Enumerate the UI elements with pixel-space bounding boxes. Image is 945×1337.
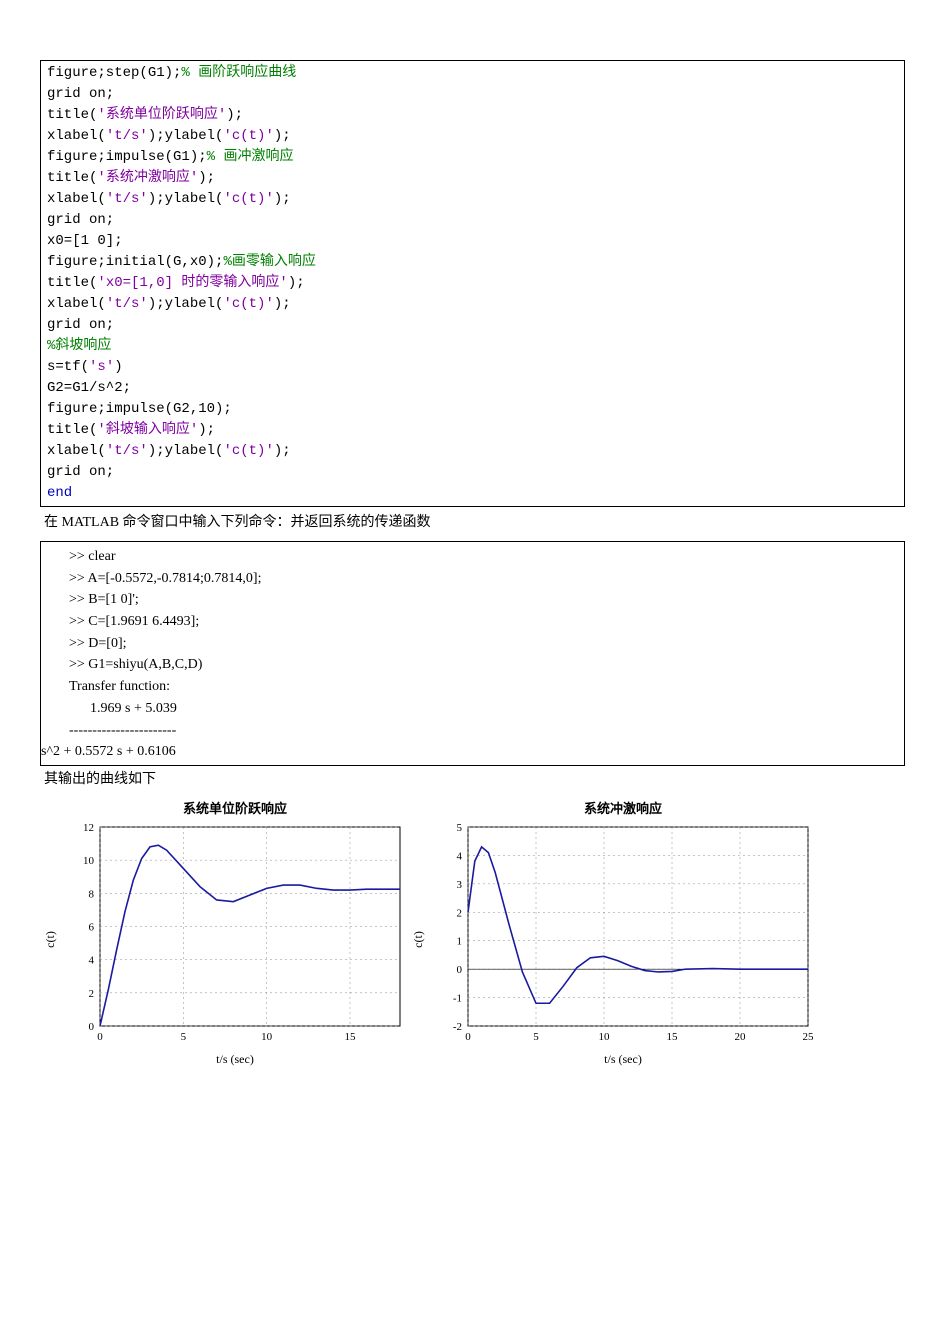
svg-text:-2: -2 bbox=[453, 1021, 462, 1033]
svg-text:4: 4 bbox=[457, 850, 463, 862]
cmd-line: >> B=[1 0]'; bbox=[69, 589, 896, 611]
y-axis-label: c(t) bbox=[43, 932, 58, 949]
chart-svg: 0 5 10 15 0 2 4 6 8 10 12 bbox=[60, 819, 410, 1054]
cmd-denominator: s^2 + 0.5572 s + 0.6106 bbox=[41, 741, 896, 763]
svg-text:2: 2 bbox=[457, 907, 463, 919]
code-block: figure;step(G1);% 画阶跃响应曲线grid on;title('… bbox=[40, 60, 905, 507]
svg-text:0: 0 bbox=[465, 1031, 471, 1043]
cmd-line: >> G1=shiyu(A,B,C,D) bbox=[69, 654, 896, 676]
code-line: title('x0=[1,0] 时的零输入响应'); bbox=[47, 273, 898, 294]
code-line: figure;impulse(G1);% 画冲激响应 bbox=[47, 147, 898, 168]
svg-text:25: 25 bbox=[803, 1031, 815, 1043]
svg-text:10: 10 bbox=[599, 1031, 611, 1043]
code-line: xlabel('t/s');ylabel('c(t)'); bbox=[47, 294, 898, 315]
code-line: xlabel('t/s');ylabel('c(t)'); bbox=[47, 189, 898, 210]
cmd-line: >> D=[0]; bbox=[69, 633, 896, 655]
code-line: title('系统单位阶跃响应'); bbox=[47, 105, 898, 126]
cmd-line: Transfer function: bbox=[69, 676, 896, 698]
code-line: figure;impulse(G2,10); bbox=[47, 399, 898, 420]
svg-text:0: 0 bbox=[457, 964, 463, 976]
svg-text:5: 5 bbox=[457, 822, 463, 834]
code-line: xlabel('t/s');ylabel('c(t)'); bbox=[47, 441, 898, 462]
svg-text:12: 12 bbox=[83, 822, 94, 834]
paragraph-output-intro: 其输出的曲线如下 bbox=[44, 768, 901, 788]
svg-text:6: 6 bbox=[89, 921, 95, 933]
svg-text:1: 1 bbox=[457, 936, 463, 948]
code-line: s=tf('s') bbox=[47, 357, 898, 378]
cmd-dashes: ----------------------- bbox=[69, 720, 896, 742]
code-line: figure;initial(G,x0);%画零输入响应 bbox=[47, 252, 898, 273]
code-line: x0=[1 0]; bbox=[47, 231, 898, 252]
charts-row: 系统单位阶跃响应 c(t) 051015024681012 t/s (sec) … bbox=[60, 798, 905, 1067]
svg-text:15: 15 bbox=[345, 1031, 357, 1043]
command-window-block: >> clear>> A=[-0.5572,-0.7814;0.7814,0];… bbox=[40, 541, 905, 766]
chart-impulse-response: 系统冲激响应 c(t) 0510152025-2-1012345 t/s (se… bbox=[428, 798, 818, 1067]
svg-text:4: 4 bbox=[89, 955, 95, 967]
x-axis-label: t/s (sec) bbox=[428, 1052, 818, 1067]
code-line: grid on; bbox=[47, 315, 898, 336]
svg-text:3: 3 bbox=[457, 879, 463, 891]
code-line: grid on; bbox=[47, 84, 898, 105]
svg-text:15: 15 bbox=[667, 1031, 679, 1043]
svg-text:-1: -1 bbox=[453, 992, 462, 1004]
code-line: title('斜坡输入响应'); bbox=[47, 420, 898, 441]
code-line: %斜坡响应 bbox=[47, 336, 898, 357]
code-line: xlabel('t/s');ylabel('c(t)'); bbox=[47, 126, 898, 147]
chart-title: 系统单位阶跃响应 bbox=[60, 798, 410, 817]
svg-text:5: 5 bbox=[533, 1031, 539, 1043]
chart-step-response: 系统单位阶跃响应 c(t) 051015024681012 t/s (sec) bbox=[60, 798, 410, 1067]
svg-text:0: 0 bbox=[97, 1031, 103, 1043]
svg-text:10: 10 bbox=[83, 855, 95, 867]
code-line: G2=G1/s^2; bbox=[47, 378, 898, 399]
svg-text:20: 20 bbox=[735, 1031, 747, 1043]
chart-title: 系统冲激响应 bbox=[428, 798, 818, 817]
y-axis-label: c(t) bbox=[411, 932, 426, 949]
cmd-line: 1.969 s + 5.039 bbox=[69, 698, 896, 720]
code-line: end bbox=[47, 483, 898, 504]
chart-svg: 0 5 10 15 20 25 -2 -1 0 1 2 3 4 5 bbox=[428, 819, 818, 1054]
paragraph-cmd-intro: 在 MATLAB 命令窗口中输入下列命令：并返回系统的传递函数 bbox=[44, 511, 901, 531]
code-line: figure;step(G1);% 画阶跃响应曲线 bbox=[47, 63, 898, 84]
svg-text:8: 8 bbox=[89, 888, 95, 900]
cmd-line: >> C=[1.9691 6.4493]; bbox=[69, 611, 896, 633]
code-line: grid on; bbox=[47, 210, 898, 231]
svg-text:0: 0 bbox=[89, 1021, 95, 1033]
svg-text:2: 2 bbox=[89, 988, 95, 1000]
cmd-line: >> A=[-0.5572,-0.7814;0.7814,0]; bbox=[69, 568, 896, 590]
code-line: grid on; bbox=[47, 462, 898, 483]
code-line: title('系统冲激响应'); bbox=[47, 168, 898, 189]
x-axis-label: t/s (sec) bbox=[60, 1052, 410, 1067]
svg-text:10: 10 bbox=[261, 1031, 273, 1043]
cmd-line: >> clear bbox=[69, 546, 896, 568]
svg-text:5: 5 bbox=[181, 1031, 187, 1043]
